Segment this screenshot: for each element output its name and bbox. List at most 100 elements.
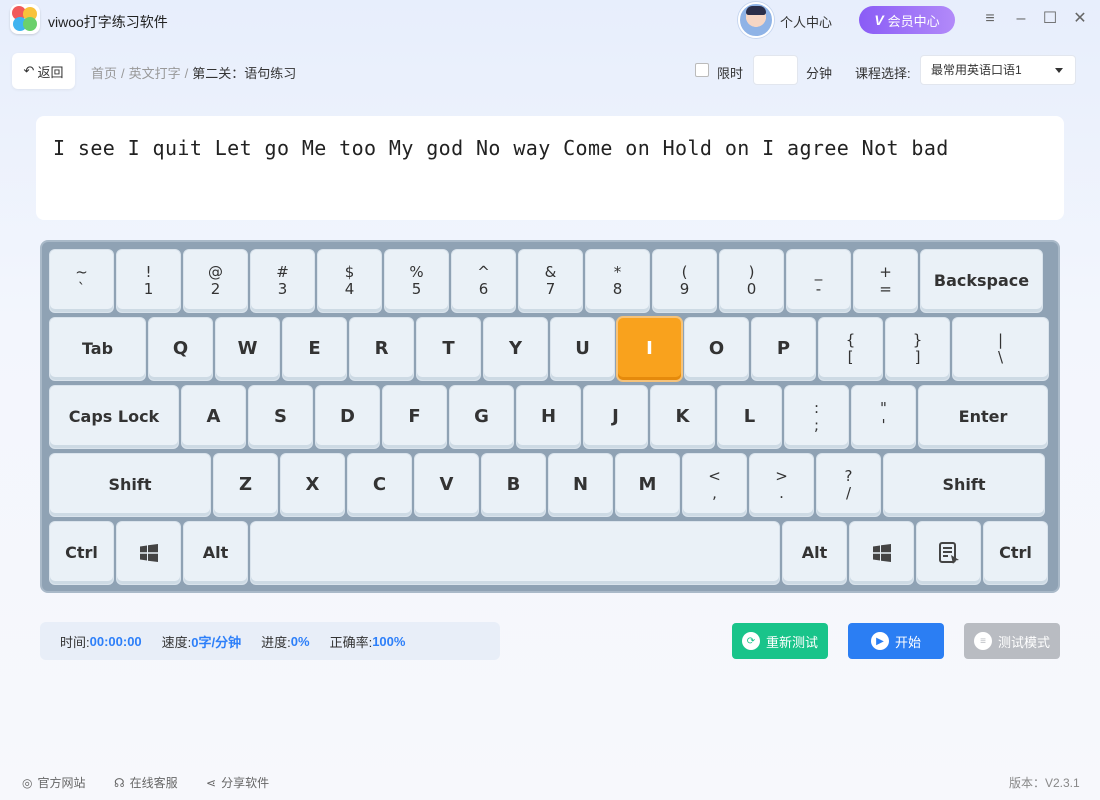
key-x[interactable]: X bbox=[281, 454, 344, 516]
key-j[interactable]: J bbox=[584, 386, 647, 448]
key-caps-lock[interactable]: Caps Lock bbox=[50, 386, 178, 448]
start-label: 开始 bbox=[894, 634, 921, 650]
key-3[interactable]: #3 bbox=[251, 250, 314, 312]
key-ctrl[interactable]: Ctrl bbox=[50, 522, 113, 584]
key-e[interactable]: E bbox=[283, 318, 346, 380]
key-label: C bbox=[372, 474, 387, 495]
course-select-label: 课程选择: bbox=[855, 66, 911, 81]
key-g[interactable]: G bbox=[450, 386, 513, 448]
key-k[interactable]: K bbox=[651, 386, 714, 448]
retest-button[interactable]: ⟳ 重新测试 bbox=[732, 623, 828, 659]
key-shift-label: ^ bbox=[477, 263, 490, 281]
share-link[interactable]: ⋖ 分享软件 bbox=[206, 774, 269, 791]
key-b[interactable]: B bbox=[482, 454, 545, 516]
key-label: M bbox=[638, 474, 657, 495]
key-symbol[interactable]: " ' bbox=[852, 386, 915, 448]
key-label: J bbox=[612, 406, 619, 427]
key-i[interactable]: I bbox=[618, 318, 681, 380]
key-w[interactable]: W bbox=[216, 318, 279, 380]
key-space[interactable] bbox=[251, 522, 779, 584]
key-label: , bbox=[712, 484, 717, 502]
key-alt[interactable]: Alt bbox=[184, 522, 247, 584]
key-menu[interactable] bbox=[917, 522, 980, 584]
key-d[interactable]: D bbox=[316, 386, 379, 448]
key-symbol[interactable]: >. bbox=[750, 454, 813, 516]
key-symbol[interactable]: _ - bbox=[787, 250, 850, 312]
course-select[interactable]: 最常用英语口语1 bbox=[920, 55, 1076, 85]
key-h[interactable]: H bbox=[517, 386, 580, 448]
key-symbol[interactable]: :; bbox=[785, 386, 848, 448]
key-5[interactable]: % 5 bbox=[385, 250, 448, 312]
key-label: O bbox=[708, 338, 725, 359]
key-c[interactable]: C bbox=[348, 454, 411, 516]
close-icon[interactable]: ✕ bbox=[1071, 10, 1089, 28]
test-mode-button[interactable]: ≡ 测试模式 bbox=[964, 623, 1060, 659]
key-1[interactable]: ! 1 bbox=[117, 250, 180, 312]
menu-icon[interactable]: ≡ bbox=[981, 10, 999, 28]
key-p[interactable]: P bbox=[752, 318, 815, 380]
key-label: Alt bbox=[801, 543, 828, 562]
key-q[interactable]: Q bbox=[149, 318, 212, 380]
avatar[interactable] bbox=[738, 2, 774, 38]
breadcrumb-separator: / bbox=[184, 66, 189, 81]
minimize-icon[interactable]: – bbox=[1012, 10, 1030, 28]
maximize-icon[interactable]: ☐ bbox=[1041, 10, 1059, 28]
key-ctrl[interactable]: Ctrl bbox=[984, 522, 1047, 584]
key-symbol[interactable]: }] bbox=[886, 318, 949, 380]
key-symbol[interactable]: | \ bbox=[953, 318, 1048, 380]
start-button[interactable]: ▶ 开始 bbox=[848, 623, 944, 659]
key-6[interactable]: ^ 6 bbox=[452, 250, 515, 312]
key-shift-label: + bbox=[879, 263, 892, 281]
key-8[interactable]: * 8 bbox=[586, 250, 649, 312]
key-label: V bbox=[439, 474, 454, 495]
key-shift-label: } bbox=[912, 331, 923, 349]
key-n[interactable]: N bbox=[549, 454, 612, 516]
breadcrumb-home[interactable]: 首页 bbox=[91, 66, 117, 81]
key-symbol[interactable]: + = bbox=[854, 250, 917, 312]
key-2[interactable]: @2 bbox=[184, 250, 247, 312]
key-v[interactable]: V bbox=[415, 454, 478, 516]
key-a[interactable]: A bbox=[182, 386, 245, 448]
windows-icon bbox=[872, 544, 891, 562]
key-enter[interactable]: Enter bbox=[919, 386, 1047, 448]
key-7[interactable]: & 7 bbox=[519, 250, 582, 312]
key-alt[interactable]: Alt bbox=[783, 522, 846, 584]
key-windows[interactable] bbox=[117, 522, 180, 584]
key-backspace[interactable]: Backspace bbox=[921, 250, 1042, 312]
key-f[interactable]: F bbox=[383, 386, 446, 448]
online-service-link[interactable]: ☊ 在线客服 bbox=[114, 774, 178, 791]
key-9[interactable]: (9 bbox=[653, 250, 716, 312]
key-shift[interactable]: Shift bbox=[884, 454, 1044, 516]
key-symbol[interactable]: ? / bbox=[817, 454, 880, 516]
key-z[interactable]: Z bbox=[214, 454, 277, 516]
vip-center-button[interactable]: V 会员中心 bbox=[859, 6, 955, 34]
key-r[interactable]: R bbox=[350, 318, 413, 380]
key-label: L bbox=[743, 406, 756, 427]
official-site-link[interactable]: ◎ 官方网站 bbox=[22, 774, 86, 791]
key-windows[interactable] bbox=[850, 522, 913, 584]
key-l[interactable]: L bbox=[718, 386, 781, 448]
key-0[interactable]: ) 0 bbox=[720, 250, 783, 312]
key-o[interactable]: O bbox=[685, 318, 748, 380]
key-shift[interactable]: Shift bbox=[50, 454, 210, 516]
key-4[interactable]: $4 bbox=[318, 250, 381, 312]
minutes-input[interactable] bbox=[753, 55, 798, 85]
key-tab[interactable]: Tab bbox=[50, 318, 145, 380]
version-label: 版本：V2.3.1 bbox=[1009, 776, 1080, 790]
virtual-keyboard: ~ `! 1 @2 #3 $4% 5 ^ 6 & 7 * 8(9) 0 _ - + = Backspace Tab Q W… bbox=[40, 240, 1060, 593]
back-button[interactable]: ↶ 返回 bbox=[12, 53, 75, 89]
key-t[interactable]: T bbox=[417, 318, 480, 380]
key-y[interactable]: Y bbox=[484, 318, 547, 380]
key-label: Tab bbox=[81, 339, 114, 358]
breadcrumb-english-typing[interactable]: 英文打字 bbox=[129, 66, 181, 81]
time-limit-checkbox[interactable] bbox=[695, 63, 709, 77]
key-label: ` bbox=[77, 280, 86, 298]
key-symbol[interactable]: <, bbox=[683, 454, 746, 516]
key-symbol[interactable]: {[ bbox=[819, 318, 882, 380]
key-s[interactable]: S bbox=[249, 386, 312, 448]
key-symbol[interactable]: ~ ` bbox=[50, 250, 113, 312]
key-u[interactable]: U bbox=[551, 318, 614, 380]
key-m[interactable]: M bbox=[616, 454, 679, 516]
key-label: [ bbox=[847, 348, 854, 366]
personal-center-link[interactable]: 个人中心 bbox=[780, 12, 832, 31]
